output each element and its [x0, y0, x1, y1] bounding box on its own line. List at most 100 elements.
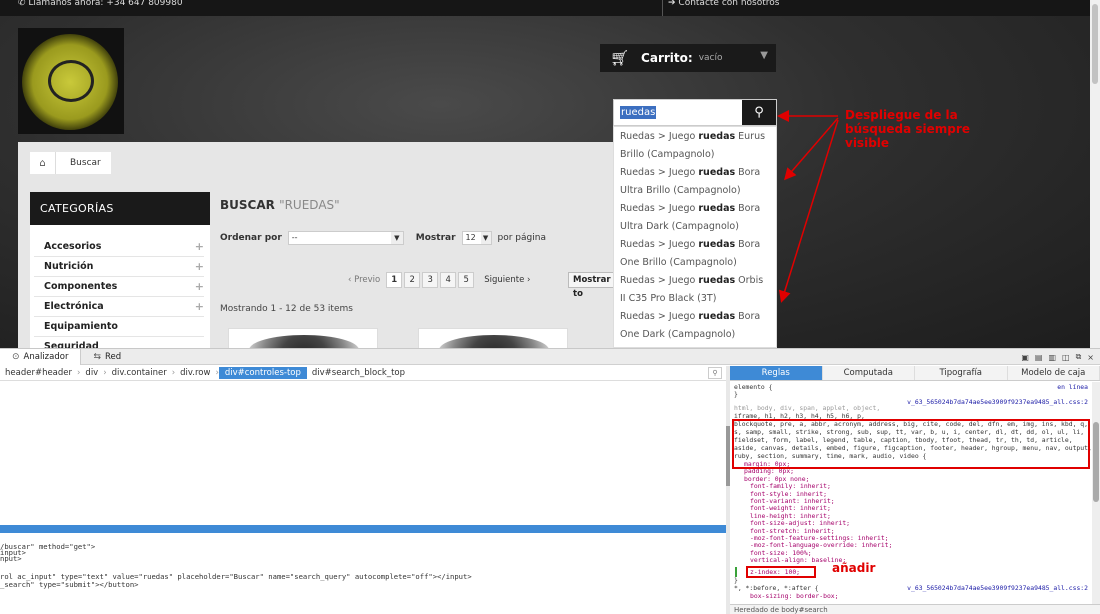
- cart-button[interactable]: 🛒︎ Carrito: vacío ▼: [600, 44, 776, 72]
- dock-icon[interactable]: ▤: [1035, 353, 1043, 362]
- crumb[interactable]: div.row: [175, 368, 215, 378]
- page-number[interactable]: 3: [422, 272, 439, 288]
- tab-red[interactable]: ⇆ Red: [81, 349, 133, 365]
- markup-line[interactable]: nput>: [0, 554, 22, 563]
- page-numbers: 12345: [384, 272, 475, 288]
- settings-icon[interactable]: ▥: [1048, 353, 1056, 362]
- inspector-icon: ⊙: [12, 351, 20, 362]
- pagination: ‹ Previo 12345 Siguiente ›: [348, 272, 530, 288]
- close-icon[interactable]: ×: [1087, 353, 1094, 362]
- suggestion-item[interactable]: Ruedas > Juego ruedas Orbis II C35 Pro B…: [614, 271, 776, 307]
- tab-computada[interactable]: Computada: [823, 366, 915, 380]
- split-icon[interactable]: ◫: [1062, 353, 1070, 362]
- tab-modelo-de-caja[interactable]: Modelo de caja: [1008, 366, 1100, 380]
- page-number[interactable]: 4: [440, 272, 457, 288]
- breadcrumb-current: Buscar: [70, 158, 101, 168]
- product-image: [249, 335, 359, 348]
- breadcrumb: ⌂ Buscar: [30, 152, 111, 174]
- crumb[interactable]: header#header: [0, 368, 77, 378]
- rules-body: elemento { en línea } v_63_565024b7da74a…: [732, 383, 1092, 600]
- search-button[interactable]: ⚲: [742, 100, 776, 125]
- search-icon[interactable]: ⚲: [708, 367, 722, 379]
- tab-tipografia[interactable]: Tipografía: [915, 366, 1008, 380]
- product-card[interactable]: [418, 328, 568, 348]
- network-icon: ⇆: [93, 351, 101, 362]
- plus-icon[interactable]: +: [195, 280, 204, 293]
- prev-link[interactable]: ‹ Previo: [348, 275, 380, 285]
- top-bar: ✆ Llámanos ahora: +34 647 809980 ➔ Conta…: [0, 0, 1090, 16]
- phone-icon: ✆: [18, 0, 29, 8]
- results-count: Mostrando 1 - 12 de 53 items: [220, 304, 353, 314]
- sort-select[interactable]: -- ▼: [287, 231, 404, 245]
- crumb-selected[interactable]: div#controles-top: [218, 367, 307, 379]
- box-sizing-declaration[interactable]: box-sizing: border-box;: [750, 592, 839, 600]
- element-rule: elemento {: [734, 383, 773, 391]
- devtools-tabs: ⊙ Analizador ⇆ Red ▣ ▤ ▥ ◫ ⧉ ×: [0, 348, 1100, 365]
- source-link[interactable]: v_63_565024b7da74ae5ee3909f9237ea9485_al…: [907, 398, 1088, 406]
- annotation-anadir: añadir: [832, 561, 876, 575]
- page-number[interactable]: 5: [458, 272, 475, 288]
- selected-node-highlight[interactable]: [0, 525, 726, 533]
- cart-icon: 🛒︎: [610, 49, 630, 67]
- show-all-button[interactable]: Mostrar to: [568, 272, 613, 299]
- category-item[interactable]: Electrónica +: [34, 297, 204, 317]
- crumb[interactable]: div#search_block_top: [307, 368, 410, 378]
- tab-reglas[interactable]: Reglas: [730, 366, 823, 380]
- page-title: BUSCAR "RUEDAS": [220, 198, 340, 212]
- cart-label: Carrito:: [641, 51, 693, 65]
- element-breadcrumb: header#header › div › div.container › div.r…: [0, 366, 726, 381]
- changed-marker: [735, 567, 737, 577]
- search-icon: ⚲: [754, 105, 764, 120]
- rules-panel: Reglas Computada Tipografía Modelo de ca…: [730, 366, 1100, 614]
- category-item[interactable]: Nutrición +: [34, 257, 204, 277]
- next-link[interactable]: Siguiente ›: [484, 275, 530, 285]
- annotation-box: [746, 566, 816, 578]
- suggestion-item[interactable]: Ruedas > Juego ruedas Bora One Dark (Cam…: [614, 307, 776, 343]
- category-item[interactable]: Seguridad: [34, 337, 204, 348]
- screenshot: ✆ Llámanos ahora: +34 647 809980 ➔ Conta…: [0, 0, 1100, 614]
- annotation-box: [732, 419, 1090, 469]
- selector-line: html, body, div, span, applet, object,: [734, 404, 881, 412]
- sort-row: Ordenar por -- ▼ Mostrar 12 ▼ por página: [220, 231, 546, 245]
- plus-icon[interactable]: +: [195, 240, 204, 253]
- inline-label: en línea: [1057, 383, 1088, 391]
- cart-value: vacío: [698, 53, 723, 63]
- search-box: ruedas ⚲: [613, 99, 777, 126]
- plus-icon[interactable]: +: [195, 260, 204, 273]
- logo-bike-icon: [48, 60, 94, 102]
- category-item[interactable]: Equipamiento: [34, 317, 204, 337]
- pick-element-icon[interactable]: ▣: [1021, 353, 1029, 362]
- rules-scrollbar[interactable]: [1092, 382, 1100, 604]
- markup-line[interactable]: _search" type="submit"></button>: [0, 580, 138, 589]
- popout-icon[interactable]: ⧉: [1076, 352, 1082, 362]
- contact-link[interactable]: ➔ Contacte con nosotros: [668, 0, 779, 8]
- site-logo[interactable]: [18, 28, 124, 134]
- category-item[interactable]: Componentes +: [34, 277, 204, 297]
- scrollbar-thumb[interactable]: [1092, 4, 1098, 84]
- product-image: [439, 335, 549, 348]
- categories-title: CATEGORÍAS: [30, 192, 210, 225]
- page-scrollbar[interactable]: [1090, 0, 1100, 348]
- content-area: ⌂ Buscar CATEGORÍAS Accesorios + Nutrición…: [18, 142, 613, 348]
- suggestion-item[interactable]: Ruedas > Juego ruedas Bora Ultra Dark (C…: [614, 199, 776, 235]
- suggestion-item[interactable]: Ruedas > Juego ruedas Bora One Brillo (C…: [614, 235, 776, 271]
- crumb[interactable]: div.container: [107, 368, 172, 378]
- source-link[interactable]: v_63_565024b7da74ae5ee3909f9237ea9485_al…: [907, 584, 1088, 592]
- product-card[interactable]: [228, 328, 378, 348]
- page-number[interactable]: 2: [404, 272, 421, 288]
- category-item[interactable]: Accesorios +: [34, 237, 204, 257]
- per-page-select[interactable]: 12 ▼: [461, 231, 492, 245]
- categories-block: CATEGORÍAS Accesorios + Nutrición + Componen…: [30, 192, 210, 348]
- divider: [662, 0, 663, 16]
- rules-tabs: Reglas Computada Tipografía Modelo de ca…: [730, 366, 1100, 381]
- tab-analizador[interactable]: ⊙ Analizador: [0, 348, 82, 365]
- crumb[interactable]: div: [80, 368, 103, 378]
- page-number[interactable]: 1: [386, 272, 403, 288]
- suggestion-item[interactable]: Ruedas > Juego ruedas Bora Ultra Brillo …: [614, 163, 776, 199]
- home-icon[interactable]: ⌂: [30, 152, 56, 174]
- search-input[interactable]: ruedas: [620, 106, 657, 119]
- chevron-down-icon: ▼: [480, 232, 491, 244]
- plus-icon[interactable]: +: [195, 300, 204, 313]
- suggestion-item[interactable]: Ruedas > Juego ruedas Eurus Brillo (Camp…: [614, 127, 776, 163]
- categories-list: Accesorios + Nutrición + Componentes + Electró…: [30, 237, 210, 348]
